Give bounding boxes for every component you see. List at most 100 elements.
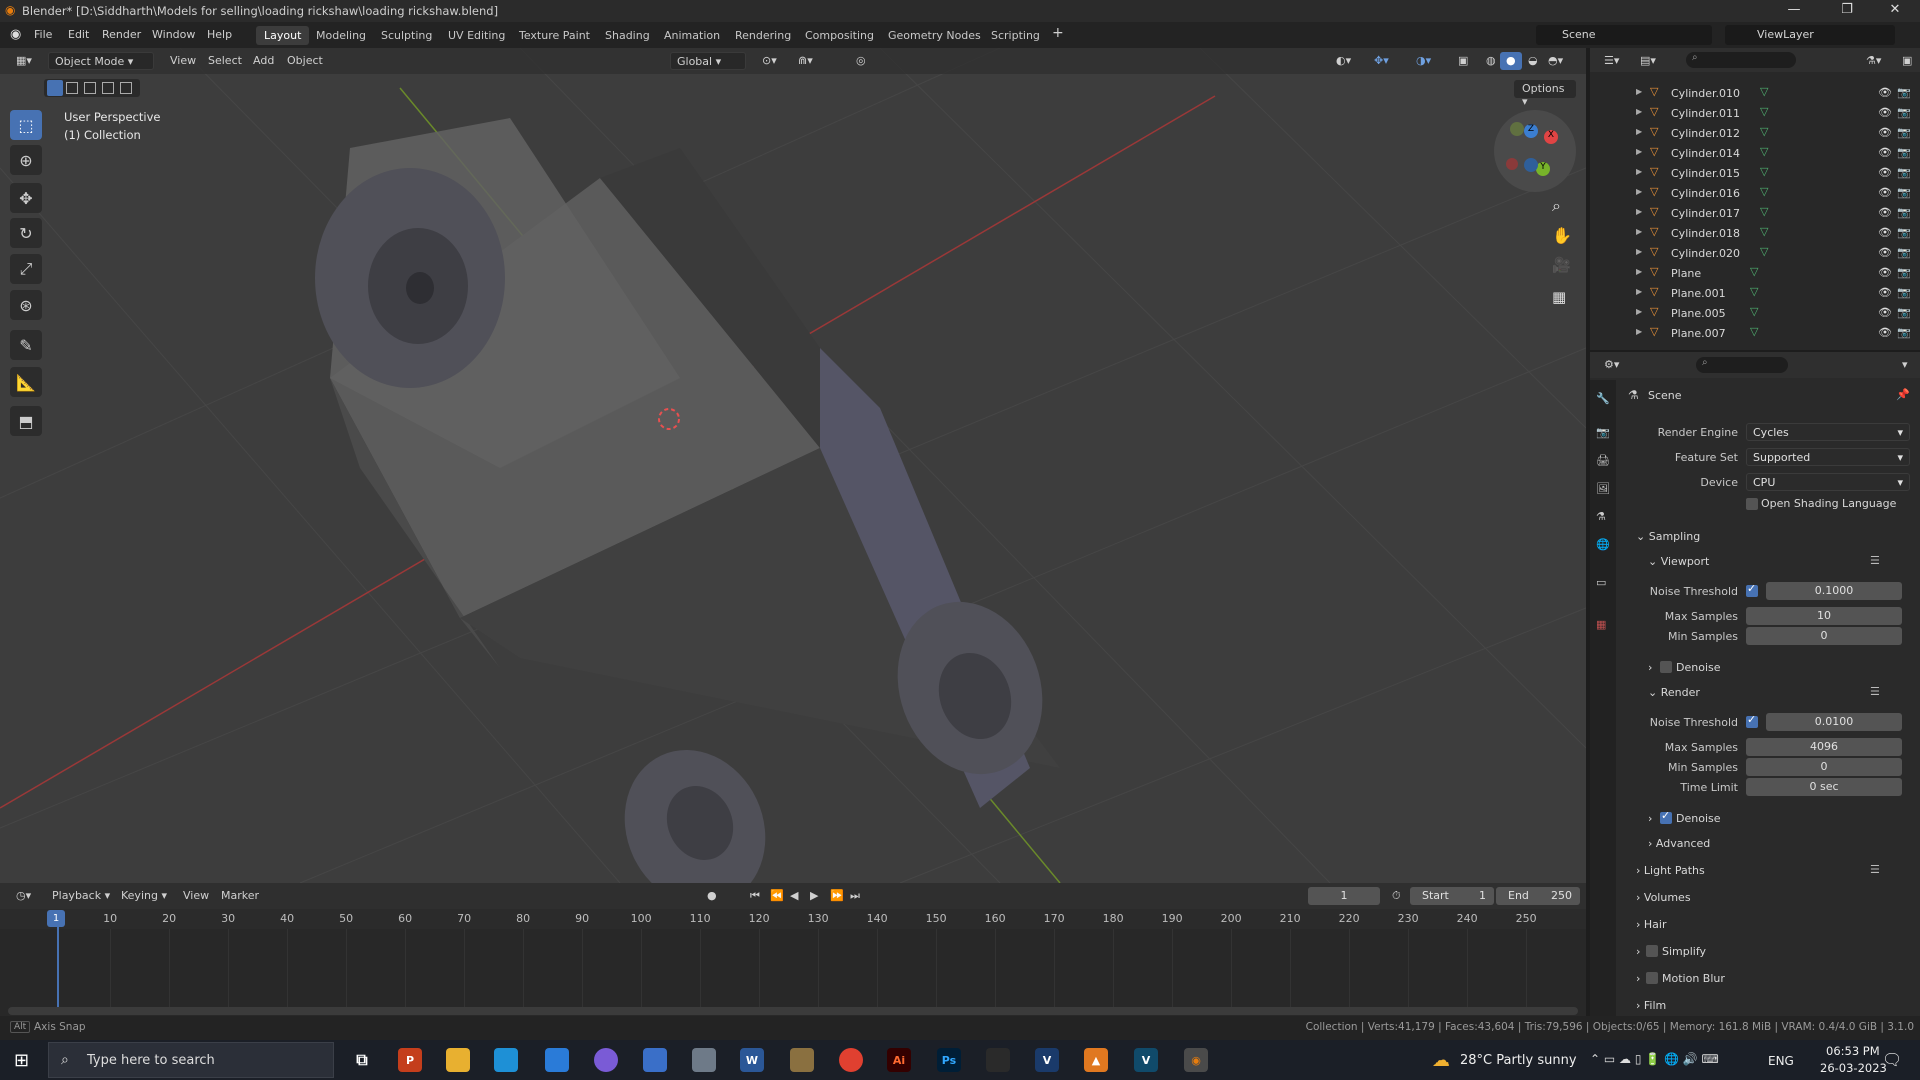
feather-app-icon[interactable]	[643, 1048, 667, 1072]
tab-layout[interactable]: Layout	[256, 26, 310, 45]
vp-denoise-checkbox[interactable]	[1660, 661, 1672, 673]
tool-app-icon[interactable]	[986, 1048, 1010, 1072]
outliner-row[interactable]: ▶ ▽ Plane.005 ▽ 👁 📷	[1590, 304, 1920, 324]
texture-tab-icon[interactable]: ▦	[1596, 618, 1606, 631]
scene-selector[interactable]: Scene	[1536, 25, 1712, 45]
expand-arrow-icon[interactable]: ▶	[1636, 307, 1642, 316]
tool-tab-icon[interactable]: 🔧	[1596, 392, 1610, 405]
powerpoint-icon[interactable]: P	[398, 1048, 422, 1072]
viewport-menu-object[interactable]: Object	[281, 52, 329, 70]
expand-arrow-icon[interactable]: ▶	[1636, 107, 1642, 116]
outliner-row[interactable]: ▶ ▽ Plane.007 ▽ 👁 📷	[1590, 324, 1920, 344]
render-camera-icon[interactable]: 📷	[1897, 126, 1911, 139]
menu-file[interactable]: File	[34, 28, 52, 41]
photoshop-icon[interactable]: Ps	[937, 1048, 961, 1072]
vp-max-samples-field[interactable]: 10	[1746, 607, 1902, 625]
gizmo-z-axis[interactable]: Z	[1524, 124, 1538, 138]
expand-arrow-icon[interactable]: ▶	[1636, 187, 1642, 196]
viewport-menu-select[interactable]: Select	[202, 52, 248, 70]
r-denoise-checkbox[interactable]	[1660, 809, 1672, 824]
visibility-eye-icon[interactable]: 👁	[1878, 306, 1892, 319]
system-tray-icons[interactable]: ⌃ ▭ ☁ ▯ 🔋 🌐 🔊 ⌨	[1590, 1052, 1719, 1066]
gizmo-x-axis[interactable]: X	[1544, 130, 1558, 144]
tab-compositing[interactable]: Compositing	[797, 26, 882, 45]
viewport-menu-add[interactable]: Add	[247, 52, 280, 70]
visibility-eye-icon[interactable]: 👁	[1878, 106, 1892, 119]
viewport-menu-view[interactable]: View	[164, 52, 202, 70]
render-camera-icon[interactable]: 📷	[1897, 266, 1911, 279]
play-icon[interactable]: ▶	[804, 887, 824, 905]
properties-search-input[interactable]: ⌕	[1696, 357, 1788, 373]
end-frame-field[interactable]: End 250	[1496, 887, 1580, 905]
viewport-subsection[interactable]: ⌄ Viewport	[1648, 555, 1709, 568]
outliner-editor-type-icon[interactable]: ☰▾	[1598, 52, 1625, 70]
tab-texture-paint[interactable]: Texture Paint	[511, 26, 598, 45]
navigation-gizmo[interactable]: X Z Y	[1494, 110, 1576, 192]
outliner-row[interactable]: ▶ ▽ Cylinder.011 ▽ 👁 📷	[1590, 104, 1920, 124]
vlc-icon[interactable]: ▲	[1084, 1048, 1108, 1072]
archive-app-icon[interactable]	[790, 1048, 814, 1072]
tool-annotate[interactable]: ✎	[10, 330, 42, 360]
expand-arrow-icon[interactable]: ▶	[1636, 167, 1642, 176]
menu-render[interactable]: Render	[102, 28, 141, 41]
visibility-eye-icon[interactable]: 👁	[1878, 186, 1892, 199]
outliner-row[interactable]: ▶ ▽ Cylinder.018 ▽ 👁 📷	[1590, 224, 1920, 244]
transform-orientation-dropdown[interactable]: Global ▾	[670, 52, 746, 70]
preview-range-icon[interactable]: ⏱	[1386, 887, 1407, 905]
file-explorer-icon[interactable]	[446, 1048, 470, 1072]
properties-editor-type-icon[interactable]: ⚙▾	[1598, 356, 1625, 374]
r-noise-threshold-field[interactable]: 0.0100	[1766, 713, 1902, 731]
pin-icon[interactable]: 📌	[1896, 388, 1910, 401]
tool-transform[interactable]: ⊛	[10, 290, 42, 320]
expand-arrow-icon[interactable]: ▶	[1636, 147, 1642, 156]
hair-section[interactable]: › Hair	[1636, 918, 1667, 931]
motion-blur-section[interactable]: ›	[1636, 972, 1640, 985]
close-button[interactable]: ✕	[1875, 2, 1915, 20]
menu-edit[interactable]: Edit	[68, 28, 89, 41]
menu-help[interactable]: Help	[207, 28, 232, 41]
gizmo-neg-z[interactable]	[1524, 158, 1538, 172]
render-tab-icon[interactable]: 📷	[1596, 426, 1610, 439]
notification-icon[interactable]: 🗨	[1882, 1050, 1902, 1069]
tool-rotate[interactable]: ↻	[10, 218, 42, 248]
view-layer-tab-icon[interactable]: 🖼	[1596, 482, 1610, 495]
jump-end-icon[interactable]: ⏭	[844, 887, 866, 905]
expand-arrow-icon[interactable]: ▶	[1636, 127, 1642, 136]
visibility-eye-icon[interactable]: 👁	[1878, 326, 1892, 339]
outliner-filter-icon[interactable]: ⚗▾	[1860, 52, 1887, 70]
volumes-section[interactable]: › Volumes	[1636, 891, 1691, 904]
render-camera-icon[interactable]: 📷	[1897, 206, 1911, 219]
playhead-frame[interactable]: 1	[47, 910, 65, 927]
expand-arrow-icon[interactable]: ▶	[1636, 87, 1642, 96]
select-subtract-icon[interactable]	[84, 82, 96, 94]
add-workspace-icon[interactable]: +	[1052, 25, 1064, 41]
outliner-row[interactable]: ▶ ▽ Cylinder.015 ▽ 👁 📷	[1590, 164, 1920, 184]
gizmo-y-axis[interactable]: Y	[1536, 162, 1550, 176]
expand-arrow-icon[interactable]: ▶	[1636, 227, 1642, 236]
chrome-icon[interactable]	[839, 1048, 863, 1072]
auto-keying-icon[interactable]: ●	[701, 887, 723, 905]
pivot-point-icon[interactable]: ⊙▾	[756, 52, 783, 70]
word-icon[interactable]: W	[740, 1048, 764, 1072]
tool-scale[interactable]: ⤢	[10, 254, 42, 284]
select-intersect-icon[interactable]	[120, 82, 132, 94]
select-invert-icon[interactable]	[102, 82, 114, 94]
timeline-menu-marker[interactable]: Marker	[215, 887, 265, 905]
maximize-button[interactable]: ❐	[1827, 2, 1867, 20]
render-camera-icon[interactable]: 📷	[1897, 286, 1911, 299]
r-noise-threshold-checkbox[interactable]	[1746, 713, 1758, 728]
render-presets-icon[interactable]: ☰	[1870, 685, 1880, 698]
render-camera-icon[interactable]: 📷	[1897, 146, 1911, 159]
weather-icon[interactable]: ☁	[1432, 1050, 1450, 1071]
editor-type-icon[interactable]: ▦▾	[10, 52, 38, 70]
timeline-menu-keying[interactable]: Keying ▾	[115, 887, 173, 905]
snap-icon[interactable]: ⋒▾	[792, 52, 819, 70]
render-camera-icon[interactable]: 📷	[1897, 306, 1911, 319]
new-collection-icon[interactable]: ▣	[1896, 52, 1918, 70]
play-reverse-icon[interactable]: ◀	[784, 887, 804, 905]
material-shading-icon[interactable]: ◒	[1522, 52, 1544, 70]
clock-time[interactable]: 06:53 PM	[1826, 1044, 1880, 1058]
visibility-icon[interactable]: ◐▾	[1330, 52, 1357, 70]
outliner-row[interactable]: ▶ ▽ Plane.001 ▽ 👁 📷	[1590, 284, 1920, 304]
simplify-section[interactable]: ›	[1636, 945, 1640, 958]
